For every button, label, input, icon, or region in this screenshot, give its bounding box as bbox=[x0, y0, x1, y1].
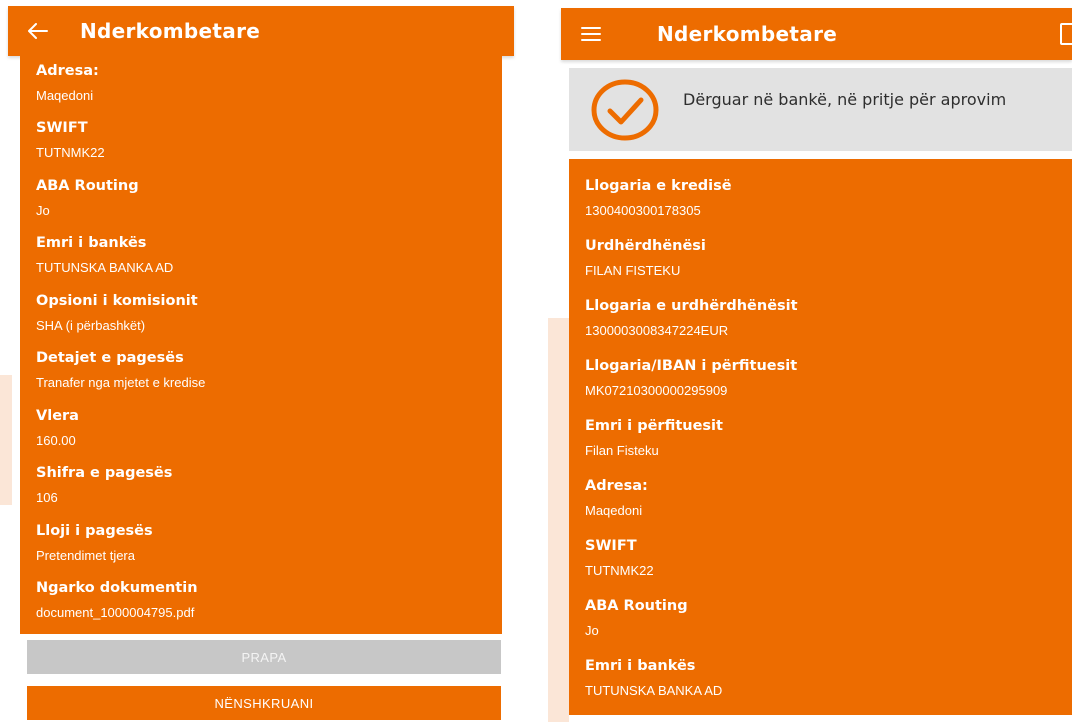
field-label: Emri i bankës bbox=[36, 235, 147, 251]
field-value: 160.00 bbox=[36, 433, 76, 448]
background-watermark bbox=[0, 375, 12, 505]
field-label: SWIFT bbox=[585, 538, 637, 554]
detail-field: Ngarko dokumentin document_1000004795.pd… bbox=[36, 579, 198, 621]
field-label: Lloji i pagesës bbox=[36, 523, 153, 539]
payment-details-panel: Adresa: Maqedoni SWIFT TUTNMK22 ABA Rout… bbox=[20, 56, 502, 634]
detail-field: Opsioni i komisionit SHA (i përbashkët) bbox=[36, 292, 198, 334]
detail-field: Shifra e pagesës 106 bbox=[36, 464, 172, 506]
field-value: TUTUNSKA BANKA AD bbox=[585, 683, 723, 698]
status-message: Dërguar në bankë, në pritje për aprovim bbox=[683, 90, 1007, 109]
detail-field: Urdhërdhënësi FILAN FISTEKU bbox=[585, 237, 706, 279]
back-button[interactable] bbox=[8, 6, 68, 56]
status-banner: Dërguar në bankë, në pritje për aprovim bbox=[569, 68, 1072, 151]
check-circle-icon bbox=[591, 79, 659, 141]
field-value: MK07210300000295909 bbox=[585, 383, 728, 398]
detail-field: Adresa: Maqedoni bbox=[585, 477, 648, 519]
field-label: Llogaria e kredisë bbox=[585, 178, 732, 194]
sign-button[interactable]: NËNSHKRUANI bbox=[27, 686, 501, 720]
field-value: 106 bbox=[36, 490, 58, 505]
payment-details-panel: Llogaria e kredisë 1300400300178305 Urdh… bbox=[569, 159, 1072, 715]
field-value: Jo bbox=[585, 623, 599, 638]
field-value: TUTNMK22 bbox=[36, 145, 105, 160]
field-value: 1300400300178305 bbox=[585, 203, 701, 218]
field-value: TUTNMK22 bbox=[585, 563, 654, 578]
app-bar: Nderkombetare bbox=[561, 8, 1072, 60]
field-label: Urdhërdhënësi bbox=[585, 238, 706, 254]
field-value: 1300003008347224EUR bbox=[585, 323, 729, 338]
detail-field: Lloji i pagesës Pretendimet tjera bbox=[36, 522, 153, 564]
field-label: Opsioni i komisionit bbox=[36, 293, 198, 309]
detail-field: Detajet e pagesës Tranafer nga mjetet e … bbox=[36, 349, 205, 391]
field-value: FILAN FISTEKU bbox=[585, 263, 681, 278]
menu-button[interactable] bbox=[561, 8, 621, 60]
detail-field: Emri i bankës TUTUNSKA BANKA AD bbox=[36, 234, 173, 276]
field-value: Maqedoni bbox=[585, 503, 643, 518]
field-label: Ngarko dokumentin bbox=[36, 580, 198, 596]
detail-field: Llogaria/IBAN i përfituesit MK0721030000… bbox=[585, 357, 797, 399]
field-label: ABA Routing bbox=[36, 178, 139, 194]
detail-field: Vlera 160.00 bbox=[36, 407, 79, 449]
field-label: Shifra e pagesës bbox=[36, 465, 173, 481]
field-value: Filan Fisteku bbox=[585, 443, 659, 458]
page-title: Nderkombetare bbox=[80, 19, 261, 43]
field-label: ABA Routing bbox=[585, 598, 688, 614]
field-label: Emri i bankës bbox=[585, 658, 696, 674]
field-label: Llogaria e urdhërdhënësit bbox=[585, 298, 798, 314]
detail-field: SWIFT TUTNMK22 bbox=[36, 119, 105, 161]
back-arrow-icon bbox=[28, 23, 48, 39]
detail-field: Adresa: Maqedoni bbox=[36, 62, 99, 104]
field-label: Llogaria/IBAN i përfituesit bbox=[585, 358, 798, 374]
field-label: Adresa: bbox=[36, 63, 99, 79]
field-value: Jo bbox=[36, 203, 50, 218]
field-label: Detajet e pagesës bbox=[36, 350, 184, 366]
hamburger-menu-icon bbox=[581, 27, 601, 41]
field-value: SHA (i përbashkët) bbox=[36, 318, 146, 333]
app-bar: Nderkombetare bbox=[8, 6, 514, 56]
detail-field: Llogaria e kredisë 1300400300178305 bbox=[585, 177, 732, 219]
detail-field: Emri i përfituesit Filan Fisteku bbox=[585, 417, 723, 459]
detail-field: SWIFT TUTNMK22 bbox=[585, 537, 654, 579]
page-title: Nderkombetare bbox=[657, 22, 838, 46]
document-link[interactable]: document_1000004795.pdf bbox=[36, 605, 198, 621]
back-button-bottom[interactable]: PRAPA bbox=[27, 640, 501, 674]
field-value: TUTUNSKA BANKA AD bbox=[36, 260, 174, 275]
field-value: Tranafer nga mjetet e kredise bbox=[36, 375, 206, 390]
field-value: Pretendimet tjera bbox=[36, 548, 135, 563]
confirmation-screen: Nderkombetare Adresa: Maqedoni SWIFT TUT… bbox=[0, 0, 522, 722]
field-label: Vlera bbox=[36, 408, 79, 424]
field-value: Maqedoni bbox=[36, 88, 94, 103]
field-label: SWIFT bbox=[36, 120, 88, 136]
background-watermark bbox=[548, 318, 569, 722]
status-screen: Nderkombetare Dërguar në bankë, në pritj… bbox=[548, 0, 1072, 722]
detail-field: ABA Routing Jo bbox=[36, 177, 139, 219]
detail-field: Emri i bankës TUTUNSKA BANKA AD bbox=[585, 657, 722, 699]
detail-field: ABA Routing Jo bbox=[585, 597, 688, 639]
field-label: Adresa: bbox=[585, 478, 648, 494]
detail-field: Llogaria e urdhërdhënësit 13000030083472… bbox=[585, 297, 798, 339]
document-icon[interactable] bbox=[1060, 23, 1072, 45]
field-label: Emri i përfituesit bbox=[585, 418, 723, 434]
